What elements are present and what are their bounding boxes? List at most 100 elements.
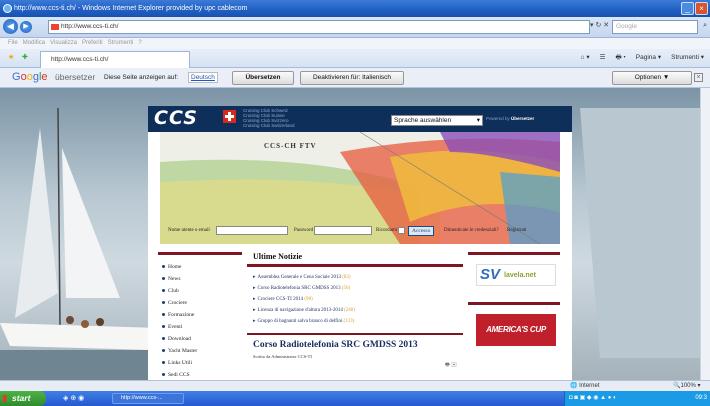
translate-button[interactable]: Übersetzen [232,71,294,85]
powered-by-label: Powered by [486,116,510,121]
article-title[interactable]: Corso Radiotelefonia SRC GMDSS 2013 [253,340,418,350]
news-item[interactable]: Assemblea Generale e Cena Sociale 2013 (… [253,274,351,280]
menu-view[interactable]: Visualizza [50,40,77,46]
start-button[interactable]: start [0,391,46,406]
powered-by: Powered by Übersetzer [486,116,534,121]
nav-download[interactable]: Download [162,336,191,342]
menu-help[interactable]: ? [138,40,141,46]
remember-checkbox[interactable] [398,227,405,234]
news-panel: Ultime Notizie Assemblea Generale e Cena… [247,250,463,380]
nav-club[interactable]: Club [162,288,179,294]
club-names: Cruising Club Schweiz Cruising Club Suis… [243,108,295,128]
forgot-credentials-link[interactable]: Dimenticate le credenziali? [444,228,499,233]
home-icon[interactable]: ⌂ ▾ [581,53,590,64]
news-item-text[interactable]: Gruppo di bagnanti salva branco di delfi… [258,319,343,324]
nav-links-utili[interactable]: Links Utili [162,360,192,366]
language-select-value: Sprache auswählen [394,117,452,124]
remember-label: Ricordami [376,228,398,233]
menu-edit[interactable]: Modifica [23,40,45,46]
sv-logo-text: SV [480,266,501,283]
zoom-level[interactable]: 🔍100% ▾ [673,381,701,391]
login-button[interactable]: Accesso [408,226,435,236]
favicon-icon [51,24,59,30]
address-input[interactable]: http://www.ccs-ti.ch/ [48,20,590,34]
page-content: CCS Cruising Club Schweiz Cruising Club … [0,88,710,380]
translate-language-select[interactable]: Deutsch [188,72,218,83]
news-divider [247,264,463,267]
swiss-flag-icon [223,110,236,123]
ccs-logo[interactable]: CCS [154,107,198,129]
site-container: CCS Cruising Club Schweiz Cruising Club … [148,106,572,380]
nav-crociere[interactable]: Crociere [162,300,187,306]
chevron-down-icon: ▾ [476,117,480,124]
menu-file[interactable]: File [8,40,18,46]
sv-lavela-ad[interactable]: SV lavela.net [476,264,556,286]
username-input[interactable] [216,226,288,235]
news-item[interactable]: Gruppo di bagnanti salva branco di delfi… [253,318,355,324]
news-item-count: (240) [344,308,355,313]
nav-home[interactable]: Home [162,264,181,270]
status-bar: 🌐 Internet 🔍100% ▾ [0,380,710,391]
add-favorites-icon[interactable]: ✚ [22,53,28,61]
register-link[interactable]: Registrati [507,228,526,233]
news-item[interactable]: Licenza di navigazione d'altura 2013-201… [253,307,355,313]
translate-brand: übersetzer [55,72,96,82]
window-title: http://www.ccs-ti.ch/ - Windows Internet… [14,5,248,12]
password-label: Password [294,228,314,233]
quick-launch-icons[interactable]: ◈ ⊕ ◉ [63,394,84,402]
close-button[interactable]: × [695,2,708,15]
americas-cup-ad[interactable]: AMERICA'S CUP [476,314,556,346]
zone-label: Internet [579,383,600,389]
tools-menu[interactable]: Strumenti ▾ [671,53,704,64]
close-icon[interactable]: × [694,73,703,82]
clock: 09:3 [695,395,707,401]
news-item-text[interactable]: Licenza di navigazione d'altura 2013-201… [258,308,343,313]
vertical-scrollbar[interactable] [700,88,710,380]
translate-options-button[interactable]: Optionen ▼ [612,71,692,85]
nav-eventi[interactable]: Eventi [162,324,182,330]
club-name: Cruising Club Switzerland [243,123,295,128]
search-input[interactable]: Google [612,20,698,34]
powered-by-brand: Übersetzer [511,116,535,121]
menu-favorites[interactable]: Preferiti [82,40,103,46]
menu-tools[interactable]: Strumenti [108,40,134,46]
news-item[interactable]: Corso Radiotelefonia SRC GMDSS 2013 (56) [253,285,351,291]
address-url: http://www.ccs-ti.ch/ [61,23,119,30]
minimize-button[interactable]: _ [681,2,694,15]
tab-active[interactable]: http://www.ccs-ti.ch/ [40,51,190,68]
forward-icon[interactable]: ▶ [20,21,32,33]
refresh-stop-icons[interactable]: ▾ ↻ ✕ [590,21,609,29]
tray-icons[interactable]: ◘ ◙ ▣ ◆ ◉ ▲ ● ◐ [569,395,617,401]
banner-title: CCS-CH FTV [264,142,317,150]
feeds-icon[interactable]: ☰ [600,53,606,64]
search-icon[interactable]: ⌕ [703,22,707,30]
nav-formazione[interactable]: Formazione [162,312,194,318]
page-menu[interactable]: Pagina ▾ [636,53,661,64]
language-select[interactable]: Sprache auswählen ▾ [391,115,483,126]
right-divider [468,252,560,255]
news-item-count: (83) [342,275,351,280]
login-form: Nome utente o email Password Ricordami A… [168,226,558,238]
nav-sedi-ccs[interactable]: Sedi CCS [162,372,190,378]
address-toolbar: ◀ ▶ http://www.ccs-ti.ch/ ▾ ↻ ✕ Google ⌕ [0,17,710,38]
print-email-icon[interactable]: 🖶 ✉ [445,362,457,370]
print-icon[interactable]: 🖶 ▾ [615,53,625,64]
command-bar: ⌂ ▾ ☰ 🖶 ▾ Pagina ▾ Strumenti ▾ [581,53,704,64]
sv-ad-text: lavela.net [504,272,536,279]
news-item-text[interactable]: Assemblea Generale e Cena Sociale 2013 [258,275,341,280]
nav-yacht-master[interactable]: Yacht Master [162,348,197,354]
news-item[interactable]: Crociere CCS-TI 2014 (98) [253,296,313,302]
news-item-text[interactable]: Crociere CCS-TI 2014 [258,297,304,302]
back-icon[interactable]: ◀ [3,19,18,34]
nav-news[interactable]: News [162,276,181,282]
news-item-count: (56) [341,286,351,291]
search-placeholder: Google [616,23,637,30]
tab-label: http://www.ccs-ti.ch/ [51,56,109,63]
window-controls: _ × [681,2,708,15]
disable-translate-button[interactable]: Deaktivieren für: Italienisch [300,71,404,85]
taskbar-ie-window[interactable]: http://www.ccs-... [112,393,184,404]
news-item-text[interactable]: Corso Radiotelefonia SRC GMDSS 2013 [258,286,341,291]
favorites-star-icon[interactable]: ★ [8,53,14,61]
tab-bar: ★ ✚ http://www.ccs-ti.ch/ ⌂ ▾ ☰ 🖶 ▾ Pagi… [0,49,710,68]
password-input[interactable] [314,226,372,235]
